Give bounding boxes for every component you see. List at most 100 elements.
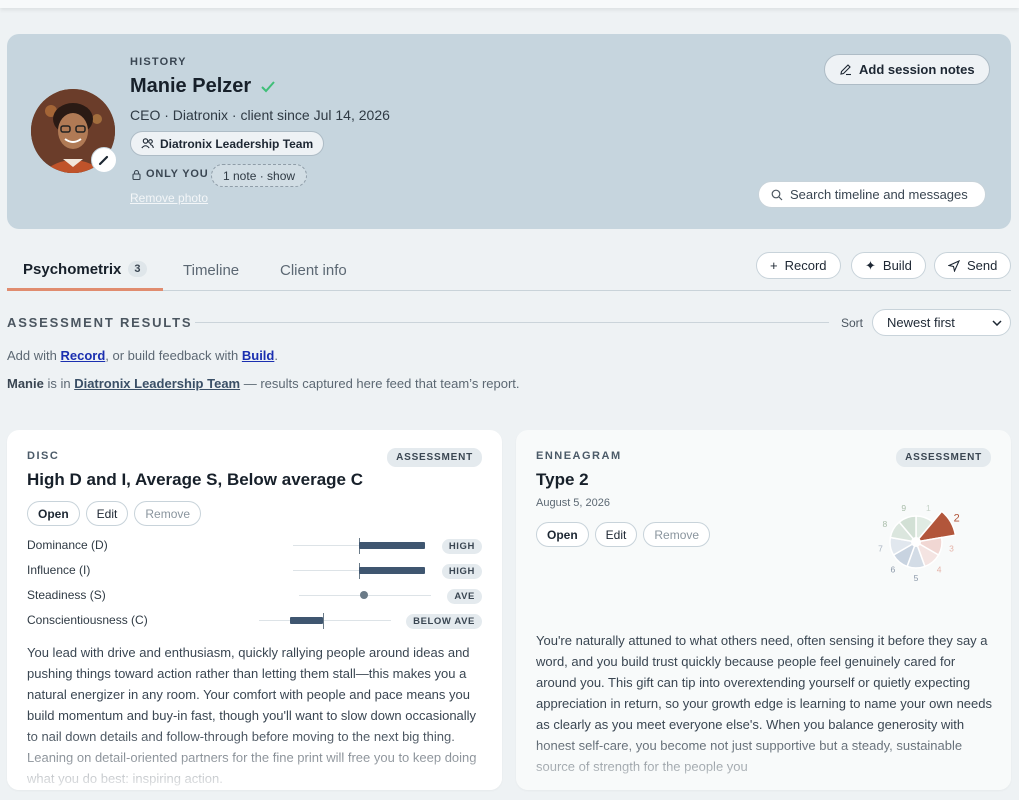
- sparkle-icon: ✦: [865, 257, 876, 273]
- scale-label: Steadiness (S): [27, 588, 106, 602]
- team-pill-label: Diatronix Leadership Team: [160, 136, 314, 151]
- team-suffix: — results captured here feed that team’s…: [240, 376, 520, 391]
- scale-level-badge: HIGH: [441, 539, 482, 554]
- wheel-label-8: 8: [882, 519, 887, 529]
- open-button[interactable]: Open: [536, 522, 589, 547]
- client-name: Manie Pelzer: [130, 75, 252, 97]
- lock-icon: [132, 169, 141, 180]
- text-fade: [516, 730, 1011, 790]
- help-mid: , or build feedback with: [105, 348, 242, 363]
- section-divider: [195, 322, 829, 323]
- enneagram-card: ENNEAGRAM ASSESSMENT Type 2 August 5, 20…: [516, 430, 1011, 790]
- wheel-label-5: 5: [914, 573, 919, 583]
- add-session-notes-button[interactable]: Add session notes: [824, 54, 990, 85]
- build-button[interactable]: ✦ Build: [851, 252, 926, 279]
- search-timeline-button[interactable]: Search timeline and messages: [758, 181, 986, 208]
- wheel-slices: [889, 510, 957, 569]
- plus-icon: +: [770, 258, 778, 273]
- search-timeline-label: Search timeline and messages: [790, 187, 968, 202]
- scale-bar: [290, 617, 323, 624]
- client-subtitle: CEO · Diatronix · client since Jul 14, 2…: [130, 107, 390, 123]
- edit-button[interactable]: Edit: [85, 501, 129, 526]
- record-link[interactable]: Record: [60, 348, 105, 363]
- privacy-indicator: ONLY YOU: [132, 168, 208, 180]
- assessment-badge: ASSESSMENT: [896, 448, 991, 467]
- disc-scale-i: Influence (I) HIGH: [27, 562, 482, 580]
- disc-scale-d: Dominance (D) HIGH: [27, 537, 482, 555]
- add-session-notes-label: Add session notes: [859, 62, 975, 77]
- scale-level-badge: BELOW AVE: [406, 614, 482, 629]
- card-actions: Open Edit Remove: [27, 501, 202, 526]
- wheel-label-9: 9: [901, 503, 906, 513]
- card-eyebrow: ENNEAGRAM: [536, 450, 622, 462]
- assessment-badge: ASSESSMENT: [387, 448, 482, 467]
- team-link[interactable]: Diatronix Leadership Team: [74, 376, 240, 391]
- help-end: .: [274, 348, 278, 363]
- client-header: HISTORY Manie Pelzer CEO · Diatronix · c…: [7, 34, 1011, 229]
- disc-card: DISC ASSESSMENT High D and I, Average S,…: [7, 430, 502, 790]
- client-name-row: Manie Pelzer: [130, 75, 275, 98]
- verified-check-icon: [261, 80, 275, 92]
- scale-track: [259, 620, 391, 621]
- card-title: Type 2: [536, 470, 589, 489]
- record-label: Record: [784, 258, 827, 273]
- wheel-label-7: 7: [878, 543, 883, 553]
- scale-label: Conscientiousness (C): [27, 613, 148, 627]
- notes-toggle[interactable]: 1 note · show: [211, 164, 308, 187]
- tab-count-badge: 3: [128, 261, 147, 277]
- wheel-label-3: 3: [949, 543, 954, 553]
- header-eyebrow: HISTORY: [130, 56, 187, 68]
- pencil-icon: [840, 64, 851, 76]
- help-text: Add with Record, or build feedback with …: [7, 348, 278, 363]
- chevron-down-icon: [992, 319, 1002, 326]
- text-fade: [7, 730, 502, 790]
- search-icon: [771, 189, 783, 200]
- send-label: Send: [967, 258, 998, 273]
- remove-button[interactable]: Remove: [134, 501, 202, 526]
- team-is-in: is in: [43, 376, 75, 391]
- tab-timeline[interactable]: Timeline: [183, 250, 239, 290]
- tab-psychometrix-label: Psychometrix: [23, 260, 122, 278]
- wheel-center: [911, 537, 921, 547]
- scale-bar: [359, 567, 425, 574]
- scale-midpoint: [323, 613, 324, 629]
- scale-level-badge: AVE: [447, 589, 482, 604]
- build-link[interactable]: Build: [242, 348, 275, 363]
- help-prefix: Add with: [7, 348, 61, 363]
- team-pill[interactable]: Diatronix Leadership Team: [130, 131, 325, 156]
- users-icon: [141, 138, 154, 149]
- remove-photo-link[interactable]: Remove photo: [130, 191, 208, 205]
- sort-select[interactable]: Newest first: [872, 309, 1011, 336]
- disc-scale-s: Steadiness (S) AVE: [27, 587, 482, 605]
- scale-level-badge: HIGH: [441, 564, 482, 579]
- wheel-label-6: 6: [890, 565, 895, 575]
- edit-button[interactable]: Edit: [594, 522, 638, 547]
- scale-dot: [360, 591, 368, 599]
- card-actions: Open Edit Remove: [536, 522, 711, 547]
- tab-client-info[interactable]: Client info: [280, 250, 347, 290]
- card-title: High D and I, Average S, Below average C: [27, 470, 364, 489]
- scale-label: Influence (I): [27, 563, 91, 577]
- section-title: ASSESSMENT RESULTS: [7, 315, 193, 330]
- remove-button[interactable]: Remove: [643, 522, 711, 547]
- wheel-label-2: 2: [954, 513, 960, 525]
- sort-select-value: Newest first: [887, 315, 955, 330]
- pencil-icon: [98, 155, 109, 166]
- wheel-label-1: 1: [926, 503, 931, 513]
- disc-scale-c: Conscientiousness (C) BELOW AVE: [27, 612, 482, 630]
- scale-label: Dominance (D): [27, 538, 108, 552]
- wheel-label-4: 4: [937, 565, 942, 575]
- build-label: Build: [882, 258, 912, 273]
- open-button[interactable]: Open: [27, 501, 80, 526]
- top-bar: [0, 0, 1019, 8]
- team-info-text: Manie is in Diatronix Leadership Team — …: [7, 376, 520, 391]
- client-first-name: Manie: [7, 376, 44, 391]
- avatar-edit-button[interactable]: [91, 147, 117, 173]
- enneagram-wheel: 1 2 3 4 5 6 7 8 9: [878, 503, 960, 583]
- send-button[interactable]: Send: [934, 252, 1012, 279]
- scale-bar: [359, 542, 425, 549]
- tab-psychometrix[interactable]: Psychometrix 3: [7, 250, 163, 291]
- send-icon: [948, 259, 960, 272]
- record-button[interactable]: + Record: [756, 252, 841, 279]
- sort-label: Sort: [841, 316, 864, 330]
